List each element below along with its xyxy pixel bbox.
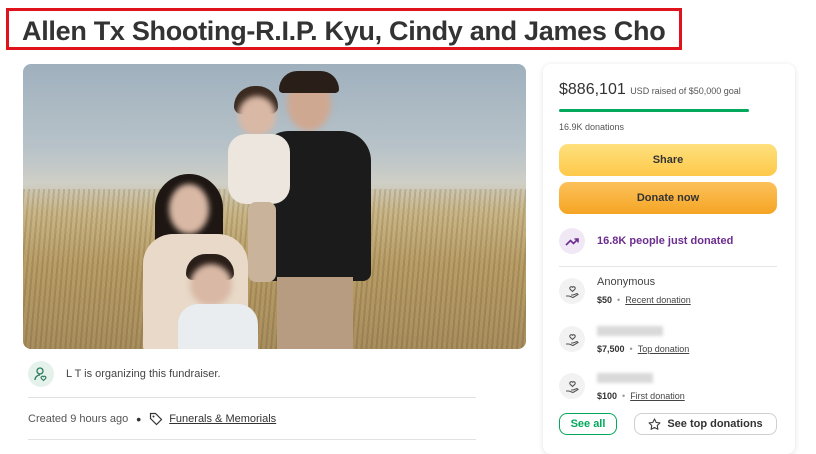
campaign-meta: Created 9 hours ago • Funerals & Memoria… bbox=[28, 411, 276, 427]
donor-kind-link[interactable]: Top donation bbox=[638, 344, 690, 354]
donor-hand-heart-icon bbox=[559, 278, 585, 304]
progress-bar bbox=[559, 109, 749, 112]
raised-summary: $886,101 USD raised of $50,000 goal bbox=[559, 81, 741, 99]
donor-name-redacted bbox=[597, 326, 663, 336]
donor-hand-heart-icon bbox=[559, 373, 585, 399]
raised-amount: $886,101 bbox=[559, 81, 626, 98]
organizer-divider bbox=[28, 397, 476, 398]
see-top-donations-button[interactable]: See top donations bbox=[634, 413, 777, 435]
bullet-separator: • bbox=[617, 295, 621, 305]
organizer-row: L T is organizing this fundraiser. bbox=[28, 361, 221, 387]
created-text: Created 9 hours ago bbox=[28, 413, 129, 425]
donate-button[interactable]: Donate now bbox=[559, 182, 777, 214]
donor-amount: $7,500 bbox=[597, 344, 625, 354]
donor-item: $7,500 • Top donation bbox=[559, 324, 689, 354]
bullet-separator: • bbox=[622, 391, 626, 401]
progress-fill bbox=[559, 109, 749, 112]
panel-separator bbox=[559, 266, 777, 267]
donation-panel: $886,101 USD raised of $50,000 goal 16.9… bbox=[543, 64, 795, 454]
donor-kind-link[interactable]: Recent donation bbox=[625, 295, 691, 305]
person-heart-icon bbox=[28, 361, 54, 387]
donor-item: Anonymous $50 • Recent donation bbox=[559, 276, 691, 305]
bullet-separator: • bbox=[629, 344, 633, 354]
donor-name-redacted bbox=[597, 373, 653, 383]
campaign-title: Allen Tx Shooting-R.I.P. Kyu, Cindy and … bbox=[22, 16, 666, 46]
share-button[interactable]: Share bbox=[559, 144, 777, 176]
see-top-label: See top donations bbox=[667, 418, 763, 430]
donor-item: $100 • First donation bbox=[559, 371, 685, 401]
photo-person-child bbox=[178, 254, 258, 349]
organizer-text: L T is organizing this fundraiser. bbox=[66, 368, 221, 380]
donor-amount: $100 bbox=[597, 391, 618, 401]
trend-row: 16.8K people just donated bbox=[559, 228, 733, 254]
donor-kind-link[interactable]: First donation bbox=[630, 391, 685, 401]
trending-up-icon bbox=[559, 228, 585, 254]
meta-separator-dot: • bbox=[136, 411, 142, 427]
donor-name: Anonymous bbox=[597, 276, 656, 288]
meta-divider bbox=[28, 439, 476, 440]
category-link[interactable]: Funerals & Memorials bbox=[169, 413, 276, 425]
donor-amount: $50 bbox=[597, 295, 613, 305]
tag-icon bbox=[150, 412, 163, 426]
see-all-button[interactable]: See all bbox=[559, 413, 617, 435]
donation-count: 16.9K donations bbox=[559, 122, 625, 132]
star-icon bbox=[648, 417, 661, 430]
donor-hand-heart-icon bbox=[559, 326, 585, 352]
trend-text: 16.8K people just donated bbox=[597, 235, 734, 247]
goal-text: USD raised of $50,000 goal bbox=[630, 86, 741, 96]
campaign-photo[interactable] bbox=[23, 64, 526, 349]
